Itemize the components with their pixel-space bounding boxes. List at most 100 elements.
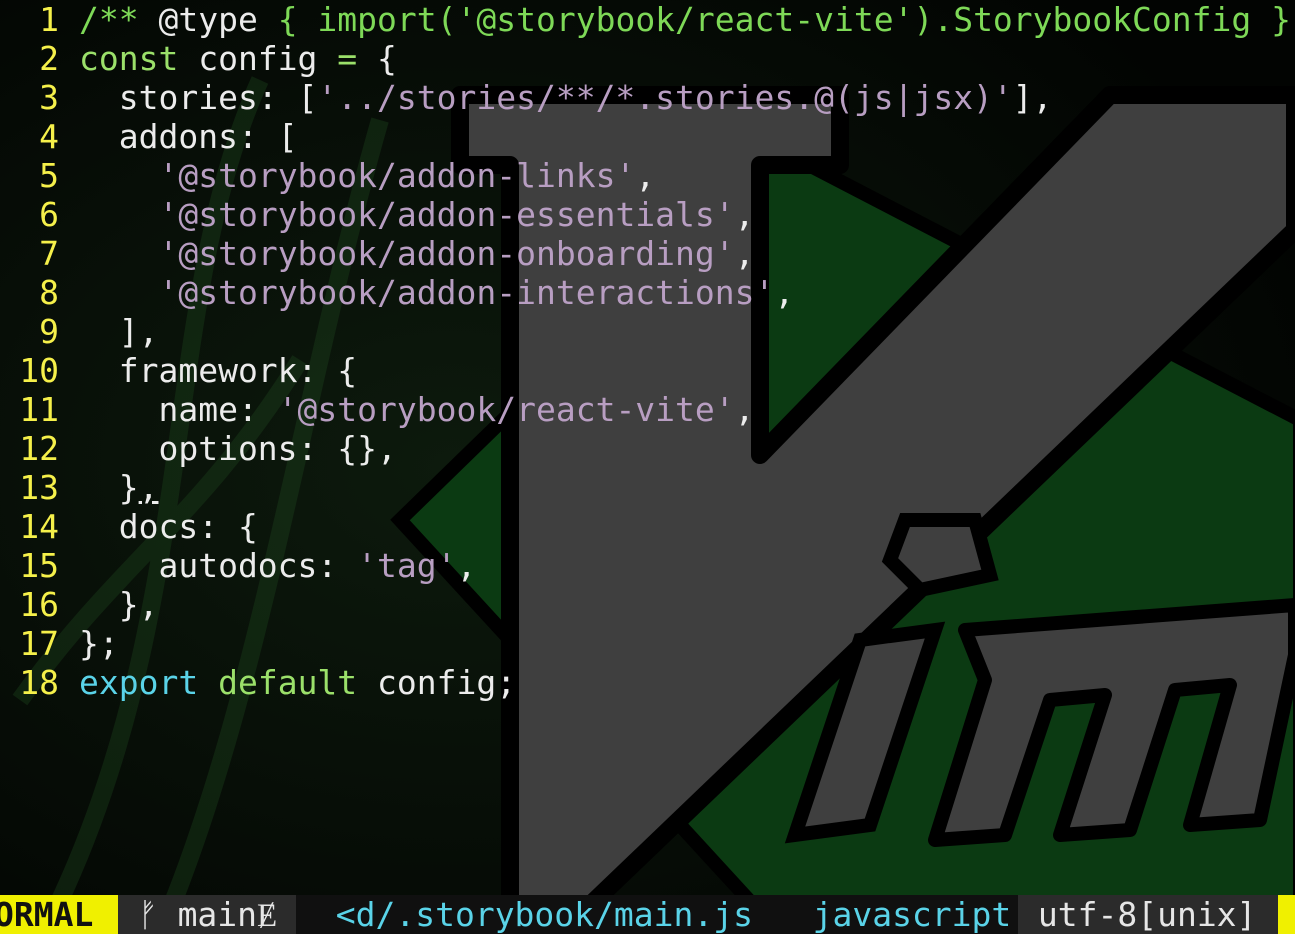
code-token: addons: [ xyxy=(79,117,298,156)
code-line[interactable]: 18 export default config; xyxy=(0,663,516,702)
line-code[interactable]: '@storybook/addon-interactions', xyxy=(59,273,794,312)
line-code[interactable]: }; xyxy=(59,624,119,663)
code-line[interactable]: 5 '@storybook/addon-links', xyxy=(0,156,655,195)
code-token: export xyxy=(79,663,199,702)
line-number: 7 xyxy=(39,234,59,273)
line-number: 5 xyxy=(39,156,59,195)
code-line[interactable]: 13 }, xyxy=(0,468,158,507)
line-number: 18 xyxy=(19,663,59,702)
line-code[interactable]: /** @type { import('@storybook/react-vit… xyxy=(59,0,1291,39)
code-token: '../stories/**/*.stories.@(js|jsx)' xyxy=(317,78,1013,117)
code-token: ], xyxy=(1012,78,1053,117)
line-code[interactable]: options: {}, xyxy=(59,429,397,468)
code-token: , xyxy=(456,546,477,585)
code-line[interactable]: 9 ], xyxy=(0,312,158,351)
line-code[interactable]: }, xyxy=(59,585,159,624)
line-code[interactable]: '@storybook/addon-links', xyxy=(59,156,655,195)
line-number: 15 xyxy=(19,546,59,585)
code-token: , xyxy=(138,468,159,507)
line-code[interactable]: name: '@storybook/react-vite', xyxy=(59,390,755,429)
code-token: , xyxy=(734,195,755,234)
line-code[interactable]: framework: { xyxy=(59,351,357,390)
encoding-info: utf-8[unix] xyxy=(1018,895,1278,934)
code-token: , xyxy=(734,234,755,273)
line-code[interactable]: '@storybook/addon-essentials', xyxy=(59,195,755,234)
code-line[interactable]: 6 '@storybook/addon-essentials', xyxy=(0,195,755,234)
line-code[interactable]: export default config; xyxy=(59,663,516,702)
code-token: = xyxy=(337,39,358,78)
line-number: 3 xyxy=(39,78,59,117)
code-token: const xyxy=(79,39,179,78)
code-line[interactable]: 11 name: '@storybook/react-vite', xyxy=(0,390,755,429)
modified-icon: Ɇ xyxy=(257,895,278,934)
file-path: <d/.storybook/main.js xyxy=(335,895,753,934)
code-line[interactable]: 3 stories: ['../stories/**/*.stories.@(j… xyxy=(0,78,1053,117)
line-code[interactable]: const config = { xyxy=(59,39,397,78)
code-line[interactable]: 15 autodocs: 'tag', xyxy=(0,546,476,585)
code-token: }; xyxy=(79,624,119,663)
code-token: stories: [ xyxy=(79,78,318,117)
code-token: { import('@storybook/react-vite').Storyb… xyxy=(257,0,1291,39)
file-info: <d/.storybook/main.js javascript xyxy=(296,895,1018,934)
code-line[interactable]: 8 '@storybook/addon-interactions', xyxy=(0,273,794,312)
code-token: config; xyxy=(357,663,517,702)
line-code[interactable]: docs: { xyxy=(59,507,258,546)
line-number: 11 xyxy=(19,390,59,429)
code-token: }, xyxy=(79,585,159,624)
line-number: 9 xyxy=(39,312,59,351)
line-code[interactable]: autodocs: 'tag', xyxy=(59,546,476,585)
line-code[interactable]: }, xyxy=(59,468,159,507)
code-token: '@storybook/addon-links' xyxy=(158,156,636,195)
code-token: name: xyxy=(79,390,278,429)
code-token: autodocs: xyxy=(79,546,358,585)
code-line[interactable]: 16 }, xyxy=(0,585,158,624)
line-code[interactable]: '@storybook/addon-onboarding', xyxy=(59,234,755,273)
code-token: '@storybook/addon-onboarding' xyxy=(158,234,735,273)
status-line: ORMAL ᚠ mainɆ <d/.storybook/main.js java… xyxy=(0,895,1295,934)
line-number: 4 xyxy=(39,117,59,156)
code-line[interactable]: 4 addons: [ xyxy=(0,117,298,156)
branch-name: main xyxy=(177,895,258,934)
code-token: '@storybook/addon-essentials' xyxy=(158,195,735,234)
line-number: 2 xyxy=(39,39,59,78)
code-token: docs: { xyxy=(79,507,258,546)
code-line[interactable]: 14 docs: { xyxy=(0,507,258,546)
code-token: } xyxy=(79,468,139,507)
code-token: default xyxy=(218,663,358,702)
code-line[interactable]: 1/** @type { import('@storybook/react-vi… xyxy=(0,0,1291,39)
line-number: 16 xyxy=(19,585,59,624)
code-token: '@storybook/react-vite' xyxy=(277,390,735,429)
code-line[interactable]: 12 options: {}, xyxy=(0,429,397,468)
line-number: 13 xyxy=(19,468,59,507)
code-token: @type xyxy=(158,0,258,39)
line-number: 17 xyxy=(19,624,59,663)
mode-indicator: ORMAL xyxy=(0,895,118,934)
branch-icon: ᚠ xyxy=(137,895,158,934)
line-number: 12 xyxy=(19,429,59,468)
line-number: 6 xyxy=(39,195,59,234)
line-number: 1 xyxy=(39,0,59,39)
line-code[interactable]: ], xyxy=(59,312,159,351)
code-line[interactable]: 17}; xyxy=(0,624,119,663)
code-token: options: {}, xyxy=(79,429,397,468)
line-code[interactable]: addons: [ xyxy=(59,117,298,156)
code-token: { xyxy=(357,39,397,78)
code-token: , xyxy=(734,390,755,429)
code-token: , xyxy=(635,156,656,195)
status-end-cap xyxy=(1278,895,1295,934)
line-code[interactable]: stories: ['../stories/**/*.stories.@(js|… xyxy=(59,78,1053,117)
line-number: 8 xyxy=(39,273,59,312)
git-branch: ᚠ mainɆ xyxy=(118,895,296,934)
file-type: javascript xyxy=(812,895,1012,934)
code-token: config xyxy=(178,39,338,78)
code-token: , xyxy=(774,273,795,312)
code-line[interactable]: 10 framework: { xyxy=(0,351,357,390)
code-line[interactable]: 7 '@storybook/addon-onboarding', xyxy=(0,234,755,273)
code-token: '@storybook/addon-interactions' xyxy=(158,273,775,312)
mode-label: ORMAL xyxy=(0,895,94,934)
code-line[interactable]: 2 const config = { xyxy=(0,39,397,78)
